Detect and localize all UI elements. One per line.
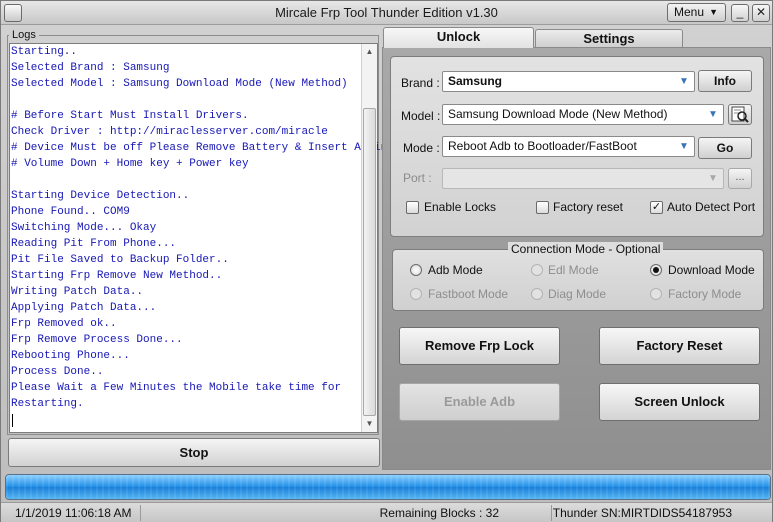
brand-value: Samsung (448, 74, 503, 88)
logs-legend: Logs (9, 29, 39, 41)
log-line: Restarting. (11, 398, 84, 410)
dropdown-arrow-icon: ▼ (708, 109, 718, 120)
auto-detect-port-label: Auto Detect Port (667, 200, 756, 214)
factory-reset-checkbox[interactable] (536, 201, 549, 214)
stop-button[interactable]: Stop (8, 438, 380, 467)
remove-frp-lock-button[interactable]: Remove Frp Lock (399, 327, 560, 365)
log-line: Reading Pit From Phone... (11, 238, 177, 250)
log-line: # Before Start Must Install Drivers. (11, 110, 249, 122)
scroll-up-icon[interactable]: ▲ (362, 44, 377, 60)
radio-adb-mode[interactable] (410, 264, 422, 276)
minimize-button[interactable]: _ (731, 4, 749, 22)
scroll-down-icon[interactable]: ▼ (362, 416, 377, 432)
model-label: Model : (401, 109, 441, 123)
log-line: Selected Brand : Samsung (11, 62, 170, 74)
factory-mode-label: Factory Mode (668, 287, 742, 301)
log-line: Process Done.. (11, 366, 104, 378)
radio-factory-mode[interactable] (650, 288, 662, 300)
tab-unlock[interactable]: Unlock (383, 27, 534, 48)
status-serial: Thunder SN:MIRTDIDS54187953 (552, 506, 732, 520)
status-remaining-blocks: Remaining Blocks : 32 (141, 505, 552, 521)
mode-label: Mode : (403, 141, 440, 155)
download-mode-label: Download Mode (668, 263, 755, 277)
tab-settings[interactable]: Settings (535, 29, 683, 47)
log-line: Phone Found.. COM9 (11, 206, 130, 218)
main-window: Mircale Frp Tool Thunder Edition v1.30 M… (0, 0, 773, 522)
text-caret (12, 414, 13, 427)
menu-label: Menu (674, 5, 705, 19)
log-line: Switching Mode... Okay (11, 222, 157, 234)
minimize-icon: _ (736, 5, 744, 19)
mode-value: Reboot Adb to Bootloader/FastBoot (448, 139, 637, 153)
model-value: Samsung Download Mode (New Method) (448, 107, 668, 121)
log-line: Please Wait a Few Minutes the Mobile tak… (11, 382, 342, 394)
dropdown-arrow-icon: ▼ (679, 141, 689, 152)
log-line: Selected Model : Samsung Download Mode (… (11, 78, 348, 90)
close-icon: ✕ (755, 5, 767, 19)
info-button[interactable]: Info (698, 70, 752, 92)
fastboot-mode-label: Fastboot Mode (428, 287, 509, 301)
radio-edl-mode[interactable] (531, 264, 543, 276)
enable-locks-checkbox[interactable] (406, 201, 419, 214)
factory-reset-button[interactable]: Factory Reset (599, 327, 760, 365)
log-output[interactable]: Starting.. Selected Brand : Samsung Sele… (9, 43, 387, 433)
model-select[interactable]: Samsung Download Mode (New Method) ▼ (442, 104, 724, 125)
connection-mode-legend: Connection Mode - Optional (508, 242, 664, 256)
brand-label: Brand : (401, 76, 440, 90)
search-model-button[interactable] (728, 104, 752, 125)
log-line: Frp Remove Process Done... (11, 334, 183, 346)
mode-select[interactable]: Reboot Adb to Bootloader/FastBoot ▼ (442, 136, 695, 157)
auto-detect-port-checkbox[interactable]: ✓ (650, 201, 663, 214)
check-icon: ✓ (651, 201, 662, 213)
port-label: Port : (403, 171, 432, 185)
dropdown-arrow-icon: ▼ (679, 76, 689, 87)
log-line: Starting Device Detection.. (11, 190, 190, 202)
log-line: # Device Must be off Please Remove Batte… (11, 142, 388, 154)
log-line: Pit File Saved to Backup Folder.. (11, 254, 229, 266)
log-line: Rebooting Phone... (11, 350, 130, 362)
close-button[interactable]: ✕ (752, 4, 770, 22)
progress-bar (5, 474, 771, 500)
screen-unlock-button[interactable]: Screen Unlock (599, 383, 760, 421)
menu-button[interactable]: Menu ▼ (667, 3, 726, 22)
radio-download-mode[interactable] (650, 264, 662, 276)
magnifier-icon (731, 106, 749, 123)
log-line: Writing Patch Data.. (11, 286, 144, 298)
factory-reset-label: Factory reset (553, 200, 624, 214)
edl-mode-label: Edl Mode (548, 263, 599, 277)
progress-fill (6, 475, 770, 499)
connection-mode-group (392, 249, 764, 311)
log-line: Applying Patch Data... (11, 302, 157, 314)
enable-adb-button[interactable]: Enable Adb (399, 383, 560, 421)
log-line: Starting.. (11, 46, 78, 58)
port-browse-button[interactable]: ... (728, 168, 752, 189)
radio-fastboot-mode[interactable] (410, 288, 422, 300)
dropdown-arrow-icon: ▼ (708, 173, 718, 184)
status-datetime: 1/1/2019 11:06:18 AM (1, 505, 141, 521)
go-button[interactable]: Go (698, 137, 752, 159)
window-title: Mircale Frp Tool Thunder Edition v1.30 (275, 5, 498, 20)
port-select[interactable]: ▼ (442, 168, 724, 189)
chevron-down-icon: ▼ (709, 7, 718, 17)
radio-diag-mode[interactable] (531, 288, 543, 300)
diag-mode-label: Diag Mode (548, 287, 607, 301)
log-line: Check Driver : http://miraclesserver.com… (11, 126, 328, 138)
log-line: Frp Removed ok.. (11, 318, 117, 330)
adb-mode-label: Adb Mode (428, 263, 483, 277)
log-scrollbar[interactable]: ▲ ▼ (361, 44, 377, 432)
status-bar: 1/1/2019 11:06:18 AM Remaining Blocks : … (1, 502, 772, 522)
log-line: Starting Frp Remove New Method.. (11, 270, 223, 282)
enable-locks-label: Enable Locks (424, 200, 497, 214)
title-bar: Mircale Frp Tool Thunder Edition v1.30 M… (1, 1, 772, 25)
log-line: # Volume Down + Home key + Power key (11, 158, 249, 170)
brand-select[interactable]: Samsung ▼ (442, 71, 695, 92)
scroll-thumb[interactable] (363, 108, 376, 416)
